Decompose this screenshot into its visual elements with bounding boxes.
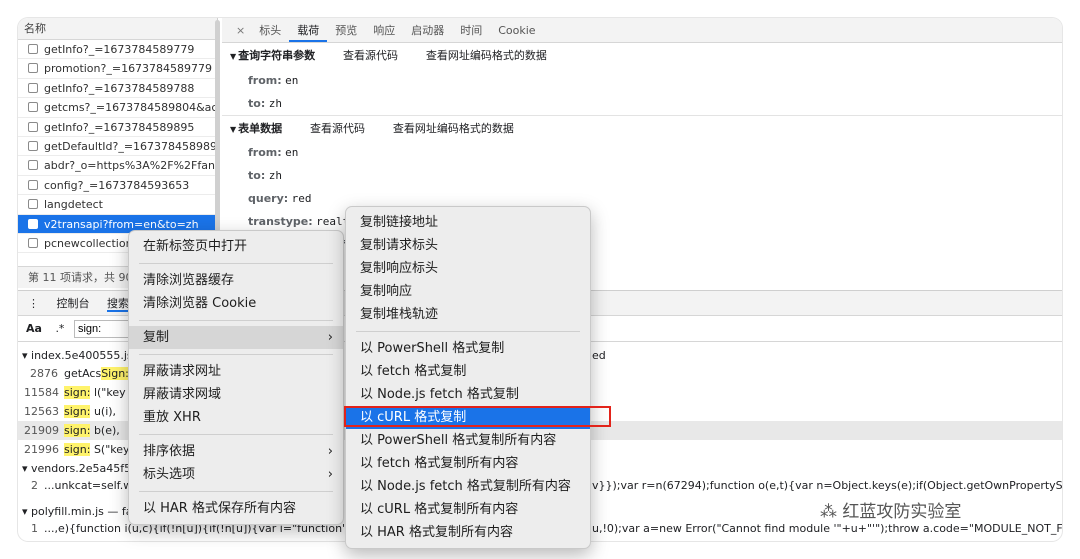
checkbox[interactable] <box>28 179 38 190</box>
regex-toggle[interactable]: .* <box>55 322 64 335</box>
checkbox[interactable] <box>28 237 38 248</box>
chevron-right-icon: › <box>327 444 333 459</box>
menu-item[interactable]: 清除浏览器缓存 <box>129 269 343 292</box>
checkbox[interactable] <box>28 63 38 74</box>
request-row[interactable]: getDefaultId?_=1673784589895 <box>18 137 217 157</box>
view-encoded-link[interactable]: 查看网址编码格式的数据 <box>426 49 547 62</box>
wechat-icon: ⁂ <box>820 502 837 522</box>
tab-search[interactable]: 搜索 <box>107 297 129 312</box>
checkbox[interactable] <box>28 82 38 93</box>
checkbox[interactable] <box>28 160 38 171</box>
tab-cookie[interactable]: Cookie <box>490 18 543 42</box>
menu-item[interactable]: 复制请求标头 <box>346 234 590 257</box>
menu-item[interactable]: 屏蔽请求网址 <box>129 360 343 383</box>
view-source-link[interactable]: 查看源代码 <box>310 122 365 135</box>
menu-item[interactable]: 排序依据 › <box>129 440 343 463</box>
param-value[interactable]: zh <box>269 97 282 110</box>
checkbox[interactable] <box>28 218 38 229</box>
request-row[interactable]: getInfo?_=1673784589895 <box>18 118 217 137</box>
menu-item[interactable]: 重放 XHR <box>129 406 343 429</box>
menu-item[interactable]: 以 cURL 格式复制所有内容 <box>346 498 590 521</box>
query-section-header[interactable]: ▼ 查询字符串参数 查看源代码 查看网址编码格式的数据 <box>222 43 1062 69</box>
param-key: to: <box>248 169 266 182</box>
checkbox[interactable] <box>28 199 38 210</box>
param-key: from: <box>248 74 282 87</box>
param-value[interactable]: zh <box>269 169 282 182</box>
param-row: to: zh <box>222 164 1062 187</box>
list-header[interactable]: 名称 <box>18 18 217 40</box>
request-row[interactable]: getcms?_=1673784589804&acti. <box>18 98 217 118</box>
detail-tabbar: × 标头 载荷 预览 响应 启动器 时间 Cookie <box>222 18 1062 43</box>
menu-separator <box>139 263 333 264</box>
param-key: from: <box>248 146 282 159</box>
tab-payload[interactable]: 载荷 <box>289 18 328 42</box>
tab-headers[interactable]: 标头 <box>251 18 289 42</box>
collapse-arrow-icon[interactable]: ▼ <box>230 52 236 61</box>
menu-item[interactable]: 标头选项 › <box>129 463 343 486</box>
menu-item[interactable]: 复制堆栈轨迹 <box>346 303 590 326</box>
query-section-title: 查询字符串参数 <box>238 49 316 62</box>
request-row[interactable]: getInfo?_=1673784589788 <box>18 79 217 99</box>
param-value[interactable]: en <box>285 74 298 87</box>
view-source-link[interactable]: 查看源代码 <box>343 49 398 62</box>
request-row[interactable]: getInfo?_=1673784589779 <box>18 40 217 60</box>
checkbox[interactable] <box>28 140 38 151</box>
menu-item[interactable]: 复制响应标头 <box>346 257 590 280</box>
match-case-toggle[interactable]: Aa <box>26 322 42 335</box>
request-row[interactable]: abdr?_o=https%3A%2F%2Ffan. <box>18 156 217 176</box>
param-row: to: zh <box>222 92 1062 115</box>
menu-item[interactable]: 在新标签页中打开 <box>129 235 343 258</box>
menu-separator <box>139 434 333 435</box>
menu-item[interactable]: 屏蔽请求网域 <box>129 383 343 406</box>
checkbox[interactable] <box>28 44 38 54</box>
menu-separator <box>139 354 333 355</box>
menu-item[interactable]: 以 HAR 格式复制所有内容 <box>346 521 590 544</box>
menu-item[interactable]: 以 HAR 格式保存所有内容 <box>129 497 343 520</box>
param-row: from: en <box>222 69 1062 92</box>
menu-separator <box>139 320 333 321</box>
menu-item[interactable]: 复制响应 <box>346 280 590 303</box>
menu-item[interactable]: 以 fetch 格式复制 <box>346 360 590 383</box>
highlight-box <box>344 406 611 427</box>
drawer-menu-icon[interactable]: ⋮ <box>28 297 39 310</box>
request-row[interactable]: langdetect <box>18 195 217 215</box>
context-menu-copy: 复制链接地址 复制请求标头 复制响应标头 复制响应 复制堆栈轨迹以 PowerShell… <box>345 206 591 549</box>
form-section-header[interactable]: ▼ 表单数据 查看源代码 查看网址编码格式的数据 <box>222 115 1062 141</box>
param-key: transtype: <box>248 215 313 228</box>
request-row[interactable]: promotion?_=1673784589779 <box>18 59 217 79</box>
list-scrollbar[interactable] <box>215 20 220 232</box>
param-row: from: en <box>222 141 1062 164</box>
watermark: ⁂ 红蓝攻防实验室 <box>820 502 962 522</box>
collapse-arrow-icon[interactable]: ▼ <box>230 125 236 134</box>
menu-item[interactable]: 以 PowerShell 格式复制 <box>346 337 590 360</box>
menu-separator <box>356 331 580 332</box>
menu-item[interactable]: 以 fetch 格式复制所有内容 <box>346 452 590 475</box>
menu-item[interactable]: 复制链接地址 <box>346 211 590 234</box>
form-section-title: 表单数据 <box>238 122 283 135</box>
chevron-right-icon: › <box>327 330 333 345</box>
view-encoded-link[interactable]: 查看网址编码格式的数据 <box>393 122 514 135</box>
chevron-right-icon: › <box>327 467 333 482</box>
tab-preview[interactable]: 预览 <box>327 18 365 42</box>
tab-response[interactable]: 响应 <box>365 18 403 42</box>
menu-item[interactable]: 以 Node.js fetch 格式复制 <box>346 383 590 406</box>
tab-timing[interactable]: 时间 <box>452 18 490 42</box>
context-menu-main: 在新标签页中打开 清除浏览器缓存 清除浏览器 Cookie 复制 › 屏蔽请求网址 屏蔽请求… <box>128 230 344 525</box>
close-icon[interactable]: × <box>230 18 251 42</box>
param-value[interactable]: en <box>285 146 298 159</box>
param-key: query: <box>248 192 289 205</box>
checkbox[interactable] <box>28 102 38 113</box>
request-row[interactable]: config?_=1673784593653 <box>18 176 217 196</box>
tab-console[interactable]: 控制台 <box>57 297 90 310</box>
tab-initiator[interactable]: 启动器 <box>403 18 452 42</box>
menu-item[interactable]: 复制 › <box>129 326 343 349</box>
param-key: to: <box>248 97 266 110</box>
menu-item[interactable]: 以 PowerShell 格式复制所有内容 <box>346 429 590 452</box>
menu-item[interactable]: 清除浏览器 Cookie <box>129 292 343 315</box>
param-value[interactable]: red <box>292 192 312 205</box>
checkbox[interactable] <box>28 121 38 132</box>
menu-separator <box>139 491 333 492</box>
menu-item[interactable]: 以 Node.js fetch 格式复制所有内容 <box>346 475 590 498</box>
